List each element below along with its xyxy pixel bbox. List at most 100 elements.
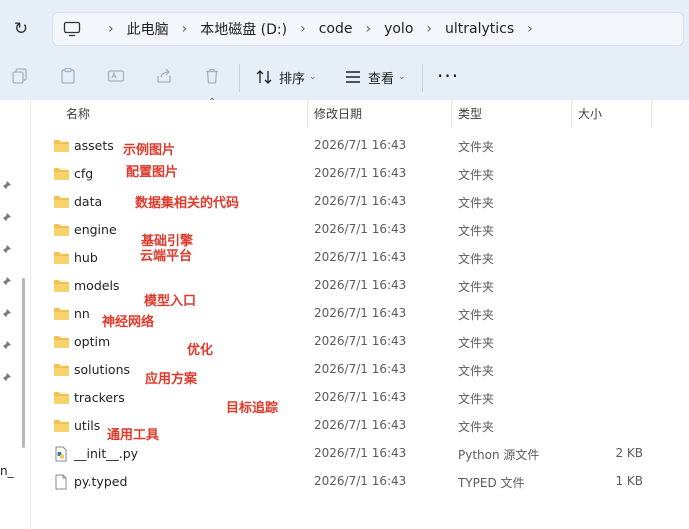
column-size[interactable]: 大小 (578, 100, 602, 128)
column-divider[interactable] (651, 100, 652, 128)
pin-icon[interactable] (2, 271, 12, 285)
pin-icon[interactable] (2, 367, 12, 381)
file-date: 2026/7/1 16:43 (314, 418, 407, 432)
share-icon[interactable] (155, 67, 173, 85)
copy-icon[interactable] (11, 67, 29, 85)
folder-icon (53, 166, 70, 182)
file-date: 2026/7/1 16:43 (314, 306, 407, 320)
column-divider[interactable] (571, 100, 572, 128)
nav-item-truncated[interactable]: n_ (0, 464, 14, 478)
breadcrumb-code[interactable]: code (319, 21, 353, 37)
file-date: 2026/7/1 16:43 (314, 222, 407, 236)
file-type: 文件夹 (458, 308, 495, 322)
file-type: 文件夹 (458, 280, 495, 294)
delete-icon[interactable] (203, 67, 221, 85)
pin-icon[interactable] (2, 335, 12, 349)
computer-icon[interactable] (63, 20, 81, 38)
rename-icon[interactable] (107, 67, 125, 85)
breadcrumb-yolo[interactable]: yolo (384, 21, 413, 37)
view-icon (344, 68, 362, 86)
command-bar: 排序 ⌄ 查看 ⌄ ··· (0, 58, 689, 98)
column-divider[interactable] (307, 100, 308, 128)
file-type: 文件夹 (458, 364, 495, 378)
title-bar: ↻ › 此电脑 › 本地磁盘 (D:) › code › yolo › ultr… (0, 0, 689, 100)
sort-up-icon: ⌃ (208, 97, 217, 108)
sort-label: 排序 (279, 71, 306, 87)
file-icon (53, 474, 70, 490)
chevron-right-icon[interactable]: › (182, 21, 188, 37)
annotation-label: 模型入口 (144, 294, 197, 309)
file-type: 文件夹 (458, 252, 495, 266)
file-row[interactable]: engine 2026/7/1 16:43 文件夹 (31, 216, 689, 244)
annotation-label: 应用方案 (145, 372, 198, 387)
file-row[interactable]: __init__.py 2026/7/1 16:43 Python 源文件 2 … (31, 440, 689, 468)
breadcrumb-local-disk[interactable]: 本地磁盘 (D:) (200, 19, 287, 39)
annotation-label: 优化 (187, 343, 214, 358)
file-name: solutions (74, 362, 131, 377)
folder-icon (53, 306, 70, 322)
file-name: engine (74, 222, 117, 237)
file-type: 文件夹 (458, 196, 495, 210)
chevron-down-icon: ⌄ (398, 72, 406, 82)
annotation-label: 云端平台 (140, 249, 193, 264)
chevron-right-icon[interactable]: › (426, 21, 432, 37)
view-label: 查看 (368, 71, 395, 87)
folder-icon (53, 194, 70, 210)
file-date: 2026/7/1 16:43 (314, 250, 407, 264)
file-row[interactable]: solutions 2026/7/1 16:43 文件夹 (31, 356, 689, 384)
column-divider[interactable] (451, 100, 452, 128)
file-type: 文件夹 (458, 168, 495, 182)
chevron-right-icon[interactable]: › (365, 21, 371, 37)
file-row[interactable]: optim 2026/7/1 16:43 文件夹 (31, 328, 689, 356)
file-name: optim (74, 334, 111, 349)
file-size: 2 KB (615, 446, 643, 460)
more-options-button[interactable]: ··· (437, 66, 459, 86)
pin-icon[interactable] (2, 303, 12, 317)
annotation-label: 示例图片 (123, 143, 176, 158)
file-name: utils (74, 418, 101, 433)
file-size: 1 KB (615, 474, 643, 488)
file-name: trackers (74, 390, 125, 405)
file-name: assets (74, 138, 114, 153)
column-date[interactable]: 修改日期 (314, 100, 362, 128)
file-row[interactable]: data 2026/7/1 16:43 文件夹 (31, 188, 689, 216)
file-date: 2026/7/1 16:43 (314, 390, 407, 404)
file-row[interactable]: hub 2026/7/1 16:43 文件夹 (31, 244, 689, 272)
file-date: 2026/7/1 16:43 (314, 138, 407, 152)
annotation-label: 神经网络 (102, 315, 155, 330)
scrollbar[interactable] (22, 278, 25, 448)
file-row[interactable]: models 2026/7/1 16:43 文件夹 (31, 272, 689, 300)
annotation-label: 目标追踪 (226, 401, 279, 416)
file-type: Python 源文件 (458, 448, 540, 462)
folder-icon (53, 250, 70, 266)
annotation-label: 配置图片 (126, 165, 179, 180)
file-type: 文件夹 (458, 224, 495, 238)
chevron-right-icon: › (108, 21, 114, 37)
file-row[interactable]: trackers 2026/7/1 16:43 文件夹 (31, 384, 689, 412)
pin-icon[interactable] (2, 239, 12, 253)
toolbar-divider (239, 64, 240, 92)
address-bar[interactable]: › 此电脑 › 本地磁盘 (D:) › code › yolo › ultral… (52, 12, 684, 46)
file-date: 2026/7/1 16:43 (314, 194, 407, 208)
pin-icon[interactable] (2, 175, 12, 189)
breadcrumb-ultralytics[interactable]: ultralytics (445, 21, 514, 37)
file-name: nn (74, 306, 90, 321)
folder-icon (53, 278, 70, 294)
refresh-icon[interactable]: ↻ (10, 18, 32, 40)
breadcrumb-this-pc[interactable]: 此电脑 (127, 19, 169, 39)
chevron-right-icon[interactable]: › (527, 21, 533, 37)
column-name[interactable]: 名称 (66, 100, 90, 128)
sort-button[interactable]: 排序 ⌄ (255, 64, 317, 90)
sort-icon (255, 68, 273, 86)
column-type[interactable]: 类型 (458, 100, 482, 128)
view-button[interactable]: 查看 ⌄ (344, 64, 406, 90)
file-row[interactable]: py.typed 2026/7/1 16:43 TYPED 文件 1 KB (31, 468, 689, 496)
chevron-right-icon[interactable]: › (300, 21, 306, 37)
file-date: 2026/7/1 16:43 (314, 278, 407, 292)
file-date: 2026/7/1 16:43 (314, 334, 407, 348)
folder-icon (53, 418, 70, 434)
file-date: 2026/7/1 16:43 (314, 474, 407, 488)
file-type: 文件夹 (458, 140, 495, 154)
paste-icon[interactable] (59, 67, 77, 85)
pin-icon[interactable] (2, 207, 12, 221)
